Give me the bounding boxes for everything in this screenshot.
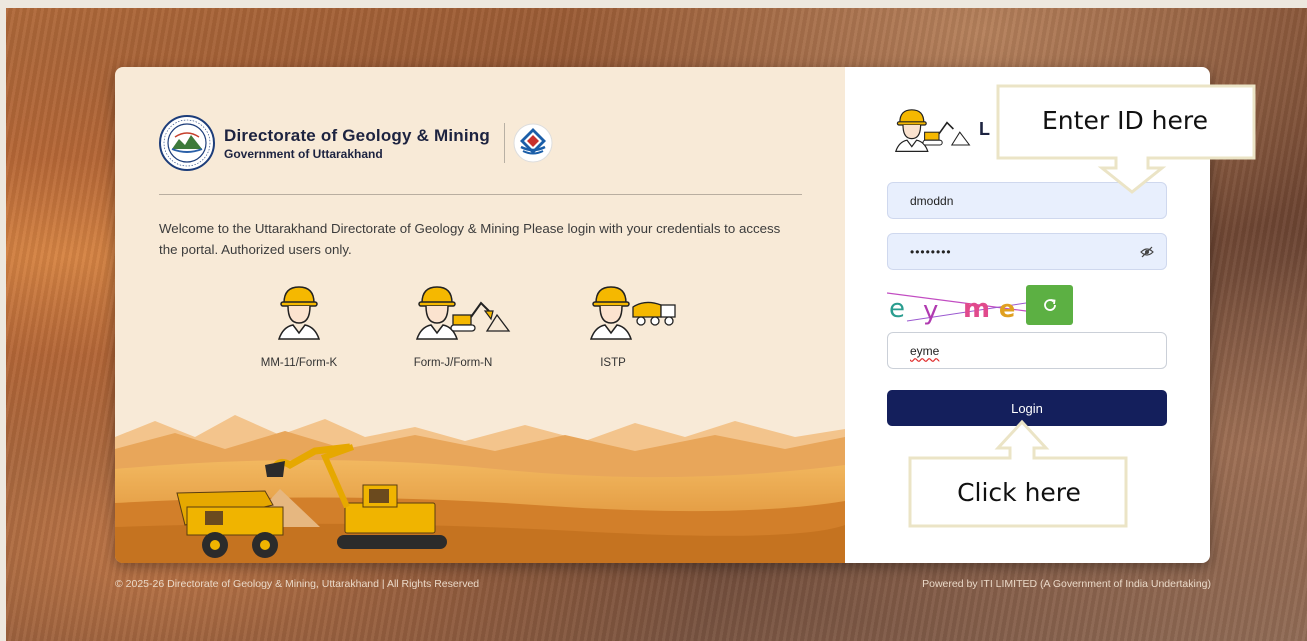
org-title: Directorate of Geology & Mining: [224, 125, 490, 145]
header-divider: [159, 194, 802, 195]
svg-text:y: y: [923, 296, 938, 325]
svg-text:m: m: [963, 294, 990, 324]
captcha-input-value: eyme: [910, 343, 940, 358]
role-label-mm11: MM-11/Form-K: [260, 357, 338, 369]
password-value: ••••••••: [910, 244, 952, 259]
username-value: dmoddn: [910, 193, 954, 208]
enter-id-text: Enter ID here: [1042, 106, 1208, 135]
worker-truck-icon: [589, 286, 676, 340]
role-istp[interactable]: [583, 281, 687, 341]
worker-excavator-icon: [415, 286, 511, 340]
role-options: MM-11/Form-K Form-J/Form-N ISTP: [235, 281, 705, 381]
org-subtitle: Government of Uttarakhand: [224, 146, 383, 161]
brand-header: Directorate of Geology & Mining Governme…: [159, 115, 553, 171]
department-seal-icon: [159, 115, 215, 171]
worker-icon: [277, 286, 321, 340]
login-header: L: [887, 105, 990, 153]
powered-by-text: Powered by ITI LIMITED (A Government of …: [922, 578, 1211, 590]
svg-text:e: e: [889, 294, 905, 324]
brand-text: Directorate of Geology & Mining Governme…: [224, 126, 490, 161]
login-title: L: [979, 118, 990, 139]
role-label-istp: ISTP: [600, 357, 626, 369]
captcha-input[interactable]: eyme: [887, 332, 1167, 369]
info-panel: Directorate of Geology & Mining Governme…: [115, 67, 845, 563]
copyright-text: © 2025-26 Directorate of Geology & Minin…: [115, 578, 480, 590]
brand-separator: [503, 123, 505, 163]
window-left-border: [0, 0, 6, 641]
refresh-captcha-button[interactable]: [1026, 285, 1073, 325]
refresh-icon: [1043, 299, 1056, 311]
click-here-text: Click here: [957, 478, 1081, 507]
click-here-callout: Click here: [908, 418, 1130, 530]
worker-excavator-icon: [894, 109, 971, 152]
mining-scene-illustration: [115, 415, 845, 563]
captcha-image: e y m e: [887, 285, 1026, 325]
uttarakhand-logo-icon: [513, 123, 553, 163]
role-label-formj: Form-J/Form-N: [413, 357, 493, 369]
svg-text:e: e: [999, 295, 1015, 323]
enter-id-callout: Enter ID here: [996, 84, 1258, 194]
eye-slash-icon[interactable]: [1140, 245, 1154, 259]
window-top-border: [0, 0, 1307, 8]
welcome-message: Welcome to the Uttarakhand Directorate o…: [159, 221, 781, 257]
role-formj-formn[interactable]: [409, 281, 513, 341]
role-mm11-formk[interactable]: [271, 281, 327, 341]
password-input[interactable]: ••••••••: [887, 233, 1167, 270]
